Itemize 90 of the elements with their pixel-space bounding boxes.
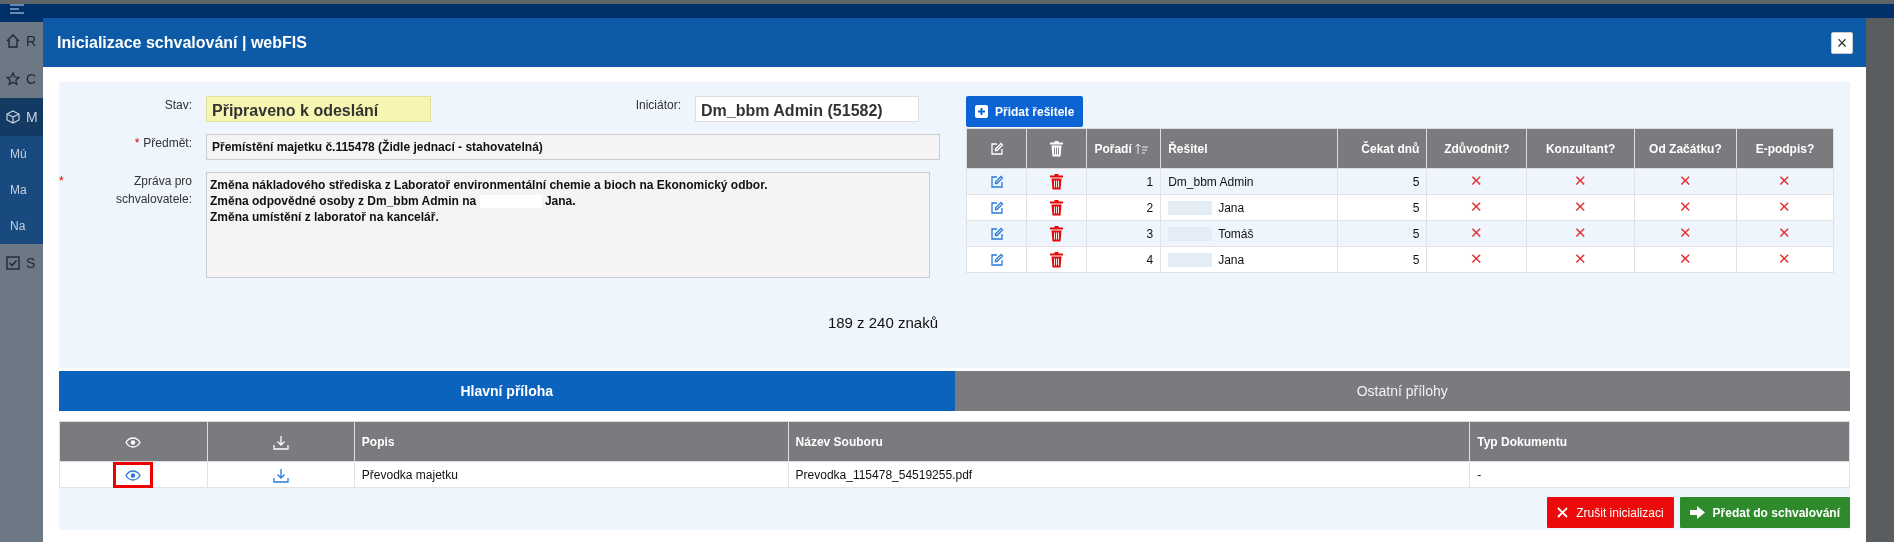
cross-mark: ✕ <box>1574 198 1588 216</box>
cross-mark: ✕ <box>1778 198 1792 216</box>
table-cell: 5 <box>1337 168 1427 195</box>
star-icon <box>6 72 20 86</box>
cross-mark: ✕ <box>1678 198 1692 216</box>
tab[interactable]: Hlavní příloha <box>59 371 955 411</box>
cross-mark: ✕ <box>1470 198 1484 216</box>
subject-field[interactable]: Přemístění majetku č.115478 (Židle jednací - stahovatelná) <box>206 134 940 160</box>
cross-mark: ✕ <box>1678 224 1692 242</box>
close-button[interactable]: × <box>1831 31 1853 54</box>
message-line: Změna odpovědné osoby z Dm_bbm Admin na Jana. <box>210 193 577 209</box>
message-field[interactable]: Změna nákladového střediska z Laboratoř environmentální chemie a bioch na Ekonomický odbor. Změna odpovědné osoby z Dm_bbm Admin na Jana. Změna umístění z laboratoř na kancelář. <box>206 172 930 278</box>
tab[interactable]: Ostatní přílohy <box>954 371 1850 411</box>
column-header: Od Začátku? <box>1634 128 1737 169</box>
solver-name: Jana <box>1218 252 1245 267</box>
table-cell: 5 <box>1337 194 1427 221</box>
solver-name: Dm_bbm Admin <box>1168 174 1254 189</box>
column-header: Název Souboru <box>788 421 1470 462</box>
cross-mark: ✕ <box>1678 250 1692 268</box>
table-cell: 5 <box>1337 246 1427 273</box>
download-icon[interactable] <box>272 467 289 483</box>
edit-icon[interactable] <box>989 201 1004 216</box>
sidebar-label[interactable]: C <box>26 68 37 90</box>
field-label: Předmět: <box>143 135 192 152</box>
sidebar-label[interactable]: M <box>26 106 38 128</box>
home-icon <box>6 34 20 48</box>
eye-icon[interactable] <box>125 469 142 481</box>
sidebar-label[interactable]: Na <box>10 217 26 235</box>
column-header: Čekat dnů <box>1337 128 1427 169</box>
sidebar-label[interactable]: S <box>26 252 36 274</box>
required-mark: * <box>134 135 140 152</box>
column-header: Řešitel <box>1160 128 1338 169</box>
cross-mark: ✕ <box>1778 172 1792 190</box>
trash-icon[interactable] <box>1050 252 1064 269</box>
field-label: Zpráva pro schvalovatele: <box>114 173 192 208</box>
box-icon <box>6 110 20 124</box>
edit-icon[interactable] <box>989 227 1004 242</box>
trash-icon[interactable] <box>1050 141 1064 158</box>
solver-name: Tomáš <box>1218 226 1254 241</box>
arrow-icon <box>1689 506 1705 519</box>
sidebar-label[interactable]: Ma <box>10 181 27 199</box>
menu-icon[interactable] <box>10 4 24 14</box>
table-cell: 3 <box>1086 220 1161 247</box>
plus-icon <box>975 105 988 118</box>
cancel-button[interactable]: Zrušit inicializaci <box>1547 497 1674 528</box>
trash-icon[interactable] <box>1050 200 1064 217</box>
close-icon <box>1557 507 1569 518</box>
modal-title: Inicializace schvalování | webFIS <box>57 32 307 53</box>
field-label: Stav: <box>164 97 192 114</box>
edit-icon[interactable] <box>989 253 1004 268</box>
sidebar-label[interactable]: R <box>26 30 37 52</box>
sort-icon[interactable] <box>1135 143 1150 156</box>
cross-mark: ✕ <box>1574 250 1588 268</box>
table-cell: 2 <box>1086 194 1161 221</box>
column-header: Typ Dokumentu <box>1469 421 1850 462</box>
cross-mark: ✕ <box>1574 172 1588 190</box>
trash-icon[interactable] <box>1050 226 1064 243</box>
status-field: Připraveno k odeslání <box>206 96 431 122</box>
add-solver-button[interactable]: Přidat řešitele <box>966 96 1084 127</box>
required-mark: * <box>59 173 64 190</box>
cross-mark: ✕ <box>1470 172 1484 190</box>
checkbox-icon <box>6 256 20 270</box>
cross-mark: ✕ <box>1778 250 1792 268</box>
cross-mark: ✕ <box>1574 224 1588 242</box>
character-count: 189 z 240 znaků <box>826 313 939 333</box>
column-header: Popis <box>354 421 789 462</box>
field-label: Iniciátor: <box>635 98 681 112</box>
sidebar-label[interactable]: Mú <box>10 145 27 163</box>
message-line: Změna nákladového střediska z Laboratoř environmentální chemie a bioch na Ekonomický odbor. <box>210 177 769 193</box>
column-header: Zdůvodnit? <box>1426 128 1527 169</box>
trash-icon[interactable] <box>1050 174 1064 191</box>
cross-mark: ✕ <box>1470 250 1484 268</box>
table-cell: 1 <box>1086 168 1161 195</box>
table-cell: 5 <box>1337 220 1427 247</box>
solver-name: Jana <box>1218 200 1245 215</box>
edit-icon[interactable] <box>989 142 1004 157</box>
table-cell: Převodka majetku <box>354 461 789 488</box>
cross-mark: ✕ <box>1678 172 1692 190</box>
column-header: E-podpis? <box>1736 128 1834 169</box>
table-cell: - <box>1469 461 1850 488</box>
column-header[interactable]: Pořadí <box>1086 128 1161 169</box>
column-header: Konzultant? <box>1526 128 1635 169</box>
table-cell: Prevodka_115478_54519255.pdf <box>788 461 1470 488</box>
cross-mark: ✕ <box>1470 224 1484 242</box>
edit-icon[interactable] <box>989 175 1004 190</box>
message-line: Změna umístění z laboratoř na kancelář. <box>210 209 440 225</box>
initiator-field: Dm_bbm Admin (51582) <box>695 96 919 122</box>
table-cell: 4 <box>1086 246 1161 273</box>
cross-mark: ✕ <box>1778 224 1792 242</box>
submit-button[interactable]: Předat do schvalování <box>1679 497 1850 528</box>
